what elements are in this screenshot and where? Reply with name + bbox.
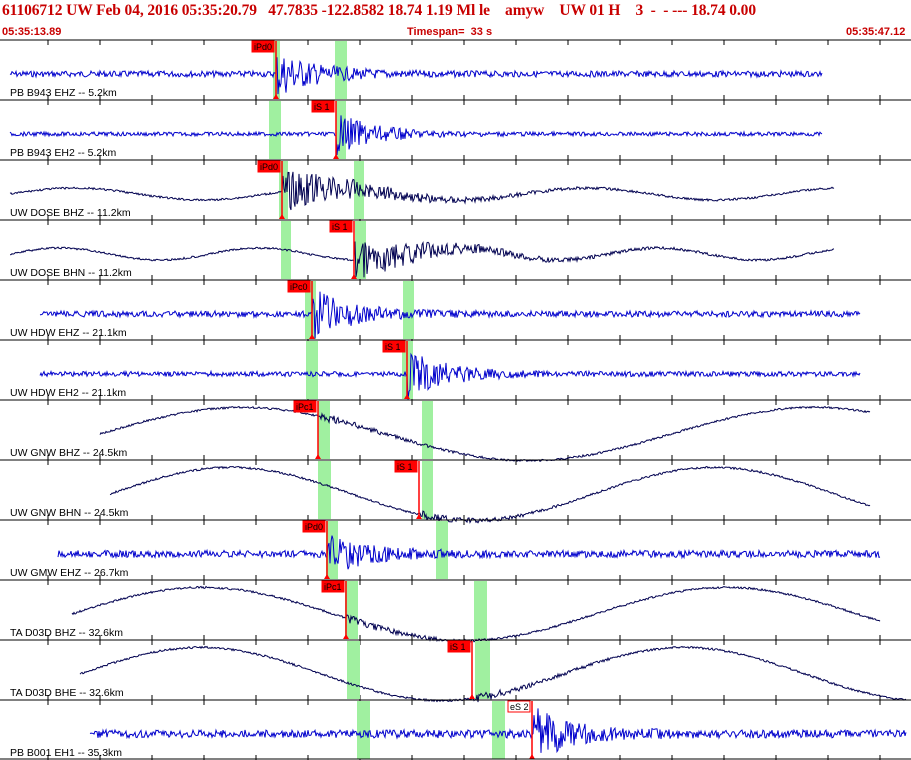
waveform-trace bbox=[39, 291, 861, 339]
trace-row[interactable]: iPd0 UW DOSE BHZ -- 11.2km bbox=[0, 159, 911, 220]
pick-label: iS 1 bbox=[450, 642, 466, 652]
waveform-trace bbox=[9, 240, 835, 278]
trace-row[interactable]: iPc1 UW GNW BHZ -- 24.5km bbox=[0, 399, 911, 463]
channel-label: UW HDW EH2 -- 21.1km bbox=[10, 387, 126, 399]
waveform-trace bbox=[9, 115, 823, 156]
pick-label: iPd0 bbox=[254, 42, 272, 52]
pick-label: iPc1 bbox=[324, 582, 342, 592]
pick-label: iPd0 bbox=[305, 522, 323, 532]
trace-row[interactable]: iPd0 PB B943 EHZ -- 5.2km bbox=[0, 39, 911, 100]
p-phase-window bbox=[269, 101, 281, 159]
p-phase-window bbox=[306, 341, 318, 399]
channel-label: UW DOSE BHN -- 11.2km bbox=[10, 267, 132, 279]
s-phase-window bbox=[436, 521, 448, 579]
trace-row[interactable]: iS 1 UW DOSE BHN -- 11.2km bbox=[0, 219, 911, 280]
trace-row[interactable]: iS 1 TA D03D BHE -- 32.6km bbox=[0, 639, 911, 703]
p-phase-window bbox=[318, 461, 331, 519]
channel-label: UW GNW BHN -- 24.5km bbox=[10, 507, 129, 519]
trace-row[interactable]: eS 2 PB B001 EH1 -- 35.3km bbox=[0, 699, 911, 760]
trace-row[interactable]: iS 1 PB B943 EH2 -- 5.2km bbox=[0, 99, 911, 160]
pick-label: iS 1 bbox=[314, 102, 330, 112]
channel-label: UW GNW BHZ -- 24.5km bbox=[10, 447, 128, 459]
channel-label: TA D03D BHE -- 32.6km bbox=[10, 687, 124, 699]
pick-label: iPc1 bbox=[296, 402, 314, 412]
trace-row[interactable]: iPc0 UW HDW EHZ -- 21.1km bbox=[0, 279, 911, 340]
trace-row[interactable]: iPd0 UW GMW EHZ -- 26.7km bbox=[0, 519, 911, 580]
trace-row[interactable]: iPc1 TA D03D BHZ -- 32.6km bbox=[0, 579, 911, 643]
pick-label: eS 2 bbox=[510, 702, 529, 712]
trace-row[interactable]: iS 1 UW GNW BHN -- 24.5km bbox=[0, 459, 911, 524]
waveform-trace bbox=[9, 57, 823, 95]
waveform-trace bbox=[109, 465, 871, 524]
waveform-trace bbox=[39, 352, 861, 400]
s-phase-window bbox=[422, 401, 433, 459]
channel-label: PB B943 EH2 -- 5.2km bbox=[10, 147, 116, 159]
pick-label: iPc0 bbox=[290, 282, 308, 292]
channel-label: PB B001 EH1 -- 35.3km bbox=[10, 747, 122, 759]
pick-label: iPd0 bbox=[260, 162, 278, 172]
channel-label: TA D03D BHZ -- 32.6km bbox=[10, 627, 123, 639]
seismogram-viewer: 61106712 UW Feb 04, 2016 05:35:20.79 47.… bbox=[0, 0, 911, 760]
trace-panel[interactable]: iPd0 PB B943 EHZ -- 5.2km iS 1 PB B943 EH2 … bbox=[0, 0, 911, 760]
waveform-trace bbox=[79, 645, 907, 703]
p-phase-window bbox=[357, 701, 370, 759]
s-phase-window bbox=[403, 281, 414, 339]
pick-label: iS 1 bbox=[385, 342, 401, 352]
pick-label: iS 1 bbox=[397, 462, 413, 472]
p-phase-window bbox=[347, 641, 360, 699]
channel-label: UW HDW EHZ -- 21.1km bbox=[10, 327, 127, 339]
waveform-trace bbox=[99, 405, 871, 463]
s-phase-window bbox=[492, 701, 505, 759]
s-phase-window bbox=[475, 641, 490, 699]
s-phase-window bbox=[422, 461, 433, 519]
p-phase-window bbox=[318, 401, 330, 459]
pick-arrow bbox=[529, 754, 535, 759]
channel-label: PB B943 EHZ -- 5.2km bbox=[10, 87, 117, 99]
pick-arrow bbox=[469, 694, 475, 699]
p-phase-window bbox=[345, 581, 358, 639]
channel-label: UW GMW EHZ -- 26.7km bbox=[10, 567, 129, 579]
channel-label: UW DOSE BHZ -- 11.2km bbox=[10, 207, 131, 219]
trace-row[interactable]: iS 1 UW HDW EH2 -- 21.1km bbox=[0, 339, 911, 400]
s-phase-window bbox=[474, 581, 487, 639]
waveform-trace bbox=[9, 171, 835, 211]
waveform-trace bbox=[57, 535, 881, 570]
pick-label: iS 1 bbox=[332, 222, 348, 232]
